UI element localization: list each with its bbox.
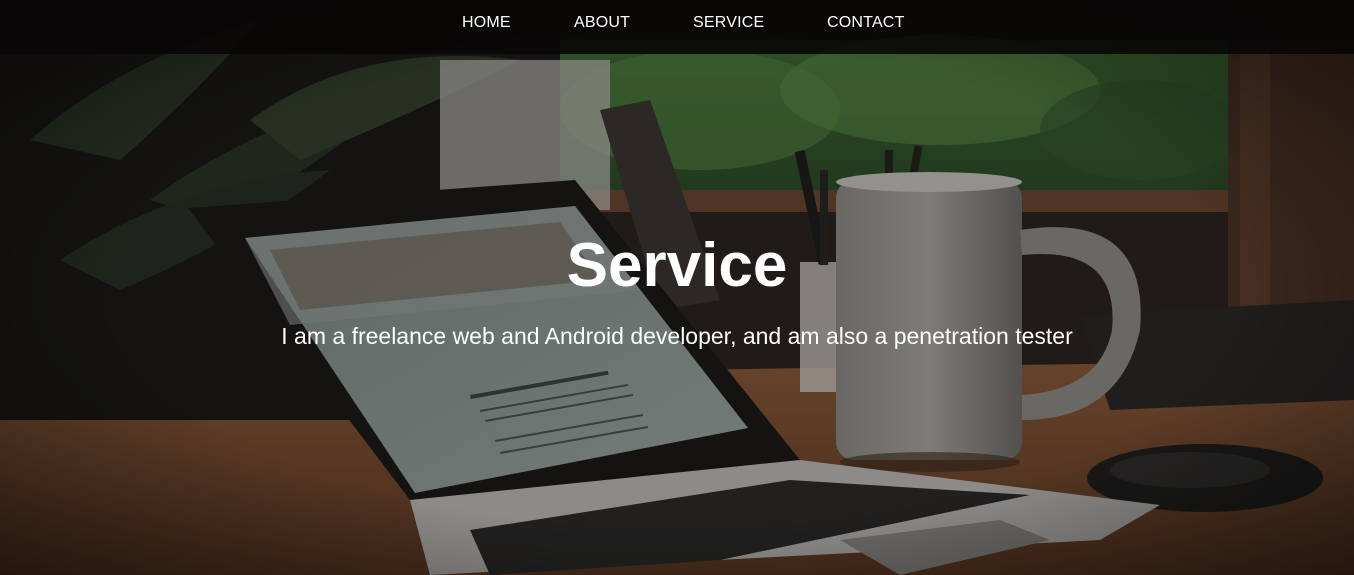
nav-link-contact[interactable]: CONTACT [827,13,905,32]
nav-link-home[interactable]: HOME [462,13,511,32]
top-navbar: HOME ABOUT SERVICE CONTACT [0,0,1354,54]
nav-menu: HOME ABOUT SERVICE CONTACT [0,0,1354,44]
hero-subtitle: I am a freelance web and Android develop… [281,323,1073,349]
nav-link-about[interactable]: ABOUT [574,13,630,32]
page-title: Service [566,231,788,300]
hero-section: HOME ABOUT SERVICE CONTACT Service I am … [0,0,1354,575]
nav-link-service[interactable]: SERVICE [693,13,764,32]
